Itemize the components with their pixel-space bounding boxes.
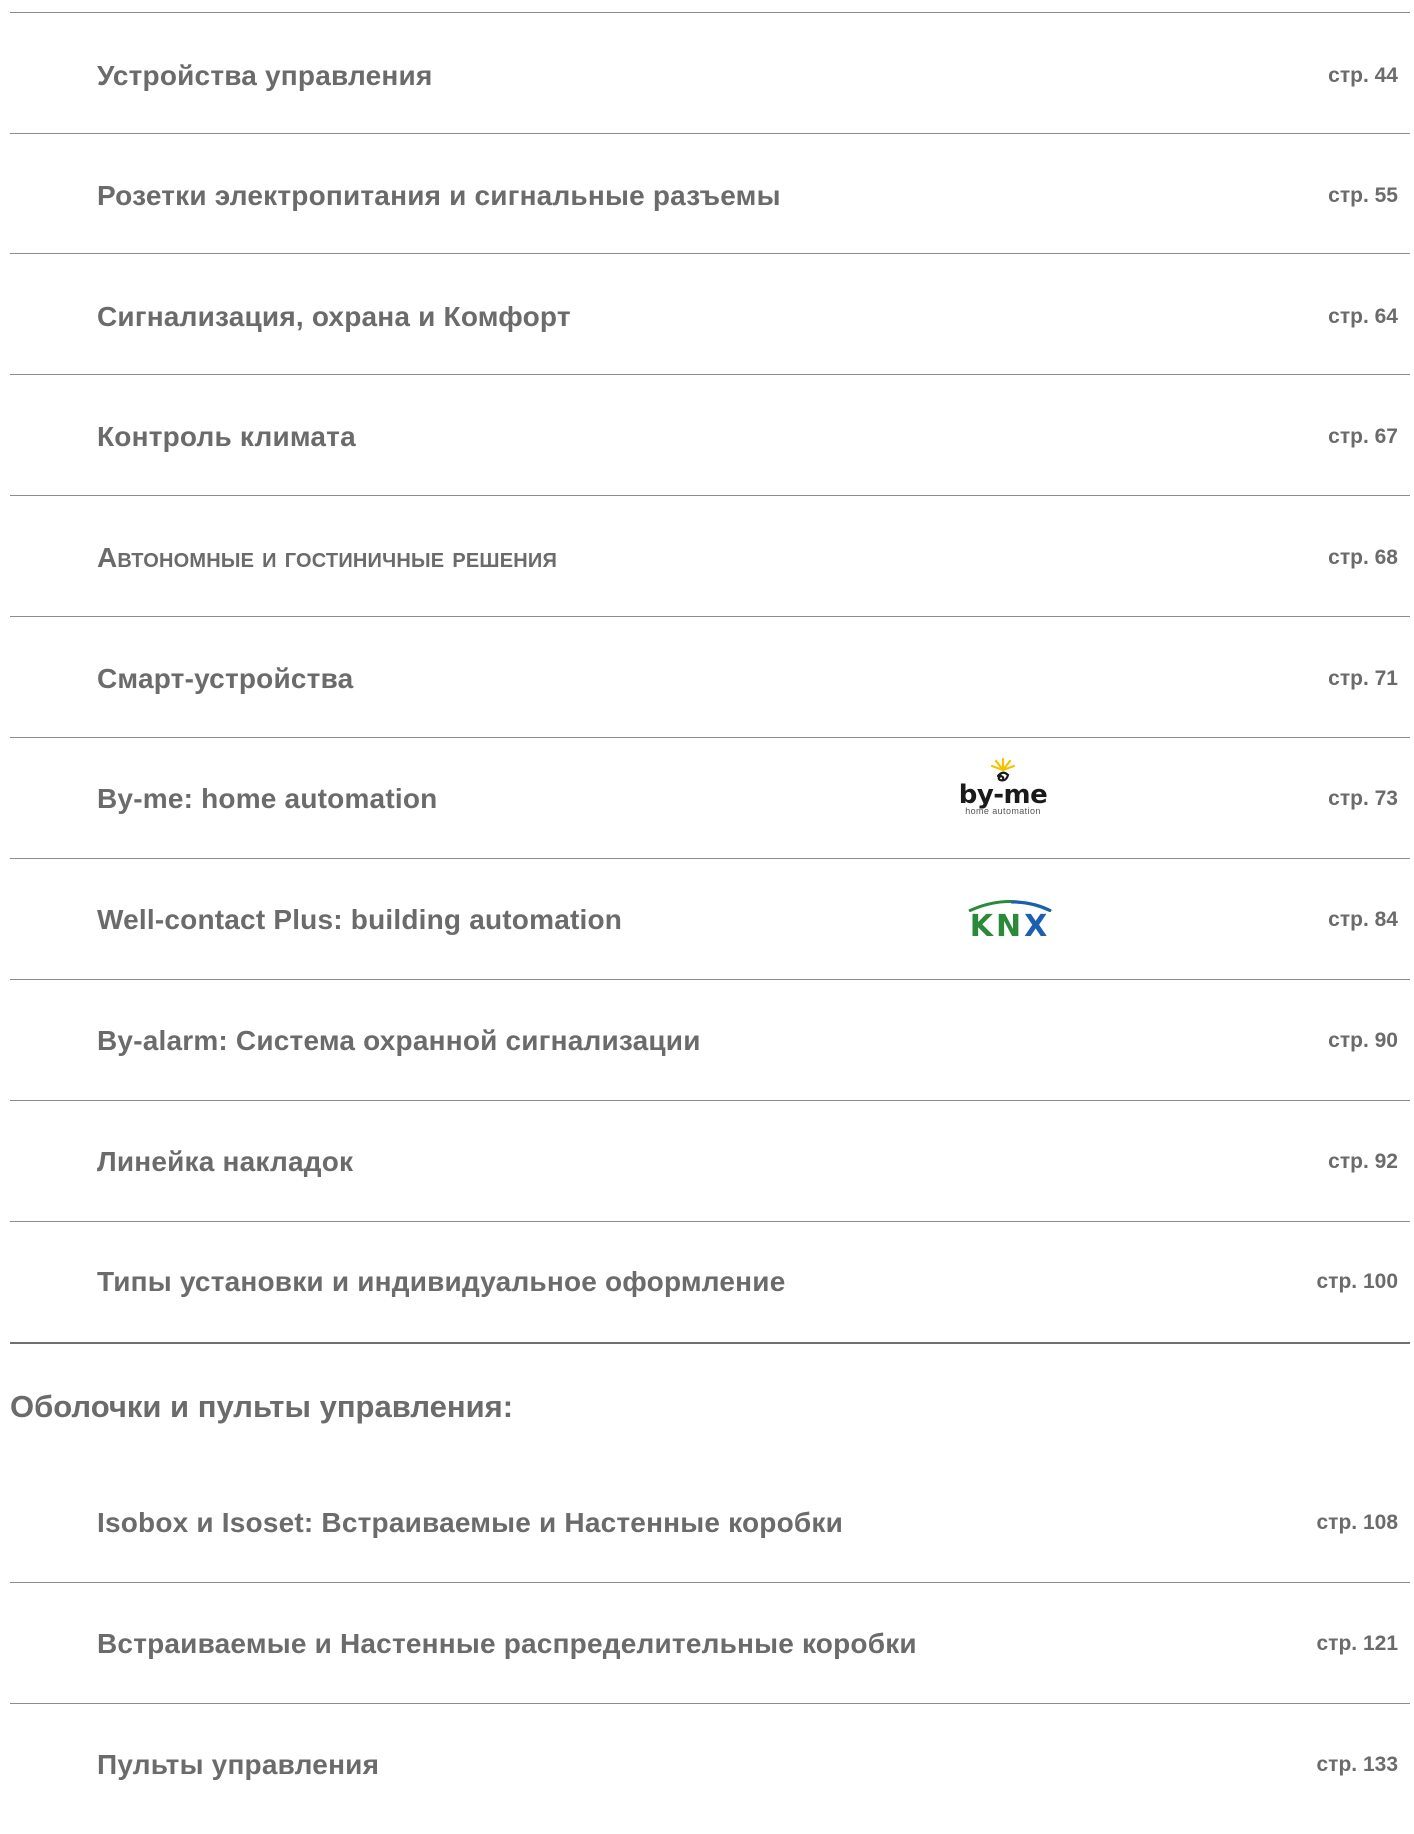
toc-entry-control-panels[interactable]: Пульты управления стр. 133 (97, 1745, 1398, 1785)
knx-logo-icon: KNX (960, 898, 1060, 954)
toc-entry-isobox[interactable]: Isobox и Isoset: Встраиваемые и Настенны… (97, 1503, 1398, 1543)
toc-entry-signaling[interactable]: Сигнализация, охрана и Комфорт стр. 64 (97, 297, 1398, 337)
entry-page-number: стр. 90 (1328, 1029, 1398, 1052)
entry-title: Well-contact Plus: building automation (97, 904, 623, 935)
entry-title: By-me: home automation (97, 783, 438, 814)
entry-page-number: стр. 108 (1316, 1511, 1399, 1534)
entry-page-number: стр. 64 (1328, 305, 1398, 328)
toc-entry-junction-boxes[interactable]: Встраиваемые и Настенные распределительн… (97, 1624, 1398, 1664)
divider (10, 12, 1410, 13)
entry-page-number: стр. 71 (1328, 667, 1398, 690)
toc-entry-smart-devices[interactable]: Смарт-устройства стр. 71 (97, 659, 1398, 699)
divider (10, 495, 1410, 496)
toc-entry-by-alarm[interactable]: By-alarm: Система охранной сигнализации … (97, 1021, 1398, 1061)
byme-logo-subtitle: home automation (965, 806, 1041, 816)
entry-page-number: стр. 55 (1328, 184, 1398, 207)
toc-entry-hotel-solutions[interactable]: Автономные и гостиничные решения стр. 68 (97, 538, 1398, 578)
toc-page: Устройства управления стр. 44 Розетки эл… (0, 0, 1414, 1834)
entry-title: By-alarm: Система охранной сигнализации (97, 1025, 701, 1056)
toc-entry-installation[interactable]: Типы установки и индивидуальное оформлен… (97, 1262, 1398, 1302)
entry-title: Контроль климата (97, 421, 356, 452)
entry-page-number: стр. 68 (1328, 546, 1398, 569)
entry-title: Смарт-устройства (97, 663, 354, 694)
divider (10, 253, 1410, 254)
divider (10, 616, 1410, 617)
entry-page-number: стр. 100 (1316, 1270, 1399, 1293)
toc-entry-well-contact[interactable]: Well-contact Plus: building automation с… (97, 900, 1398, 940)
entry-title: Isobox и Isoset: Встраиваемые и Настенны… (97, 1507, 844, 1538)
knx-logo-text: KNX (970, 912, 1051, 942)
knx-logo-text-blue: X (1024, 909, 1051, 944)
toc-entry-sockets[interactable]: Розетки электропитания и сигнальные разъ… (97, 176, 1398, 216)
entry-title: Устройства управления (97, 60, 433, 91)
divider (10, 979, 1410, 980)
entry-title: Сигнализация, охрана и Комфорт (97, 301, 571, 332)
byme-logo-text: by-me (958, 780, 1048, 810)
entry-page-number: стр. 84 (1328, 908, 1398, 931)
section-divider (10, 1342, 1410, 1344)
entry-title: Розетки электропитания и сигнальные разъ… (97, 180, 781, 211)
divider (10, 1582, 1410, 1583)
toc-entry-byme[interactable]: By-me: home automation стр. 73 (97, 779, 1398, 819)
knx-logo-text-green: KN (969, 909, 1025, 944)
divider (10, 1100, 1410, 1101)
toc-entry-control-devices[interactable]: Устройства управления стр. 44 (97, 56, 1398, 96)
entry-title: Линейка накладок (97, 1146, 354, 1177)
entry-page-number: стр. 73 (1328, 787, 1398, 810)
divider (10, 374, 1410, 375)
divider (10, 1221, 1410, 1222)
divider (10, 737, 1410, 738)
divider (10, 133, 1410, 134)
entry-page-number: стр. 92 (1328, 1150, 1398, 1173)
divider (10, 1703, 1410, 1704)
entry-page-number: стр. 133 (1316, 1753, 1399, 1776)
entry-page-number: стр. 44 (1328, 64, 1398, 87)
divider (10, 858, 1410, 859)
toc-entry-climate[interactable]: Контроль климата стр. 67 (97, 417, 1398, 457)
entry-page-number: стр. 67 (1328, 425, 1398, 448)
entry-title: Встраиваемые и Настенные распределительн… (97, 1628, 917, 1659)
entry-title: Типы установки и индивидуальное оформлен… (97, 1266, 786, 1297)
section-heading: Оболочки и пульты управления: (10, 1389, 514, 1424)
byme-logo-icon: by-me home automation (945, 758, 1061, 826)
entry-title: Пульты управления (97, 1749, 380, 1780)
entry-page-number: стр. 121 (1316, 1632, 1399, 1655)
toc-entry-cover-plates[interactable]: Линейка накладок стр. 92 (97, 1142, 1398, 1182)
entry-title: Автономные и гостиничные решения (97, 542, 558, 573)
